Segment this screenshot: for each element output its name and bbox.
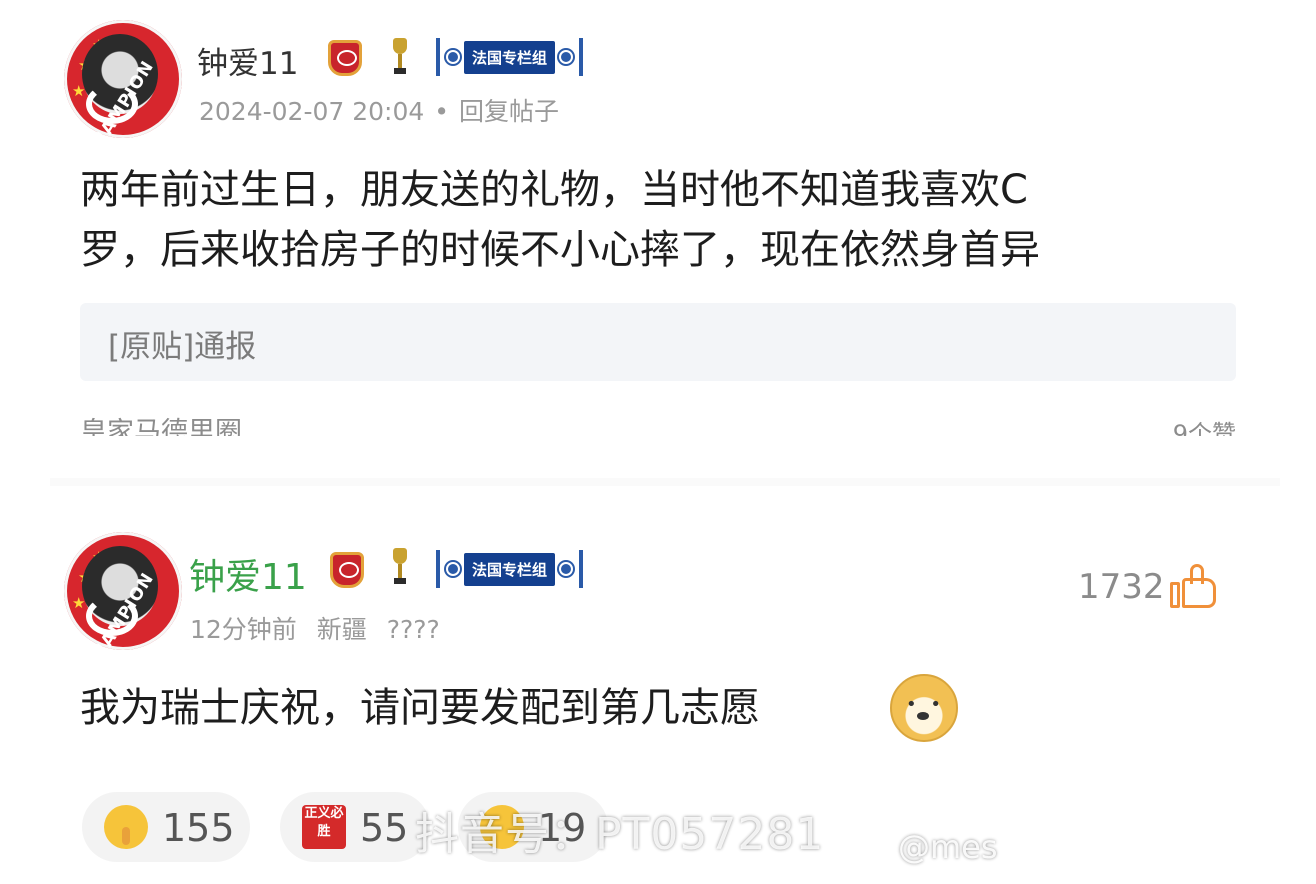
thumbs-up-icon[interactable]: [1170, 564, 1218, 610]
post-content: 我为瑞士庆祝，请问要发配到第几志愿: [80, 685, 760, 731]
username[interactable]: 钟爱11: [189, 548, 307, 600]
post-2: ★ ★ ★ CHAMPION 钟爱11 法国专栏组 12分钟前 新疆 ???? …: [0, 0, 1316, 884]
reaction-button[interactable]: 155: [82, 792, 250, 862]
avatar[interactable]: ★ ★ ★ CHAMPION: [64, 532, 182, 675]
douyin-watermark: 抖音号：PT057281: [415, 809, 825, 860]
weibo-watermark: @mes: [898, 828, 998, 866]
reaction-button[interactable]: 正义必胜 55: [280, 792, 430, 862]
club-badge-icon: [330, 552, 364, 588]
trophy-icon: [393, 548, 407, 586]
doge-emoji-icon: [890, 674, 958, 742]
group-badge-label: 法国专栏组: [464, 552, 556, 586]
post-meta: 12分钟前 新疆 ????: [190, 610, 440, 646]
justice-emoji-icon: 正义必胜: [302, 805, 346, 849]
shush-emoji-icon: [104, 805, 148, 849]
time-ago: 12分钟前: [190, 615, 297, 644]
badge-dot-icon: [446, 562, 460, 576]
reaction-count: 155: [162, 806, 235, 850]
location: 新疆: [316, 615, 367, 644]
device: ????: [386, 615, 440, 644]
like-count: 1732: [1078, 567, 1165, 607]
reaction-count: 55: [360, 806, 409, 850]
group-badge[interactable]: 法国专栏组: [434, 550, 585, 588]
badge-dot-icon: [559, 562, 574, 576]
